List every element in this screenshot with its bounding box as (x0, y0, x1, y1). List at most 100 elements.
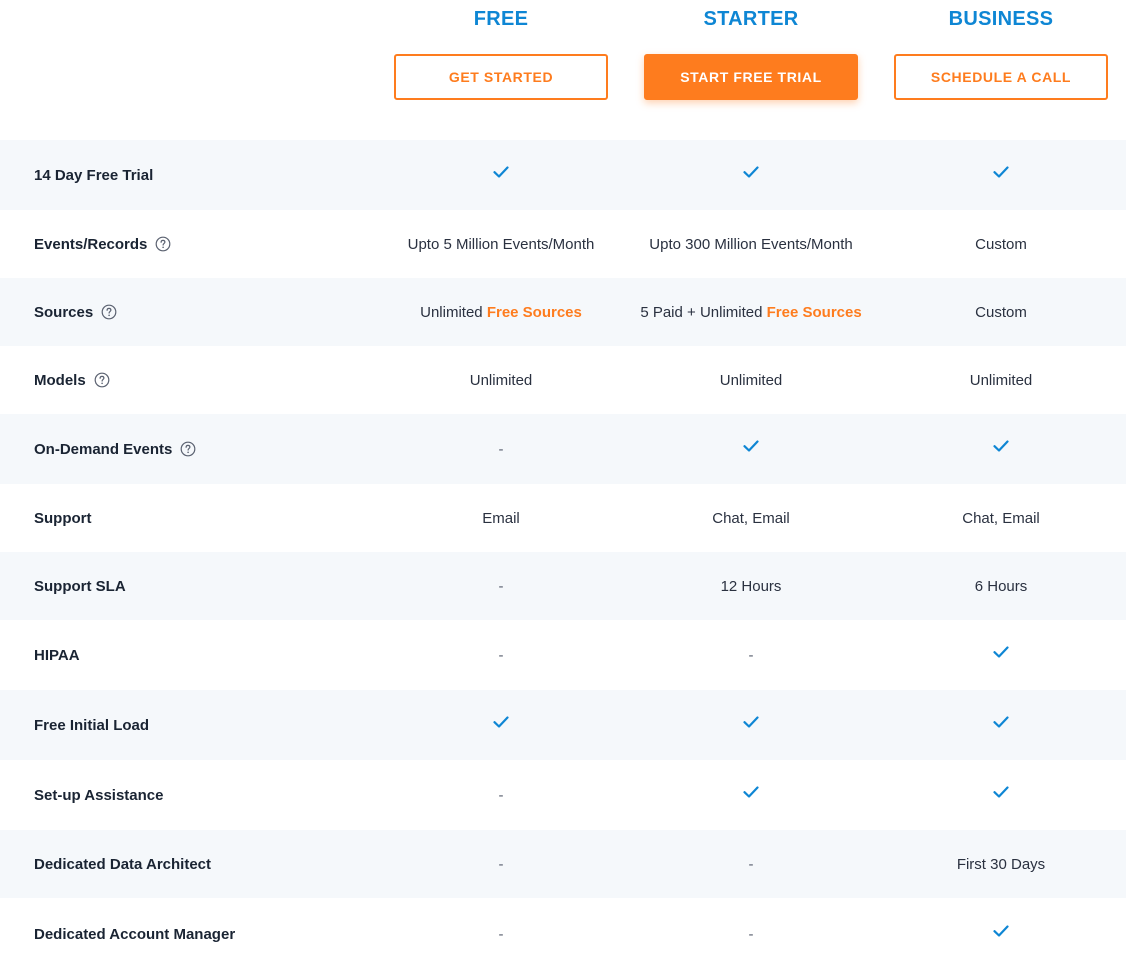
table-row: On-Demand Events - (0, 414, 1126, 484)
table-row: Events/Records Upto 5 Million Events/Mont… (0, 210, 1126, 278)
feature-name: Sources (34, 303, 94, 321)
feature-name: On-Demand Events (34, 440, 173, 458)
plan-cell-business: 6 Hours (894, 552, 1108, 620)
start-free-trial-button[interactable]: START FREE TRIAL (644, 54, 858, 100)
feature-label: Set-up Assistance (34, 760, 164, 830)
empty-value: - (498, 855, 504, 873)
cell-value: 12 Hours (720, 577, 782, 595)
plan-cell-starter: Unlimited (644, 346, 858, 414)
cell-value: 6 Hours (974, 577, 1028, 595)
feature-label: Support (34, 484, 92, 552)
plan-cell-starter (644, 690, 858, 760)
plan-cell-starter: - (644, 620, 858, 690)
feature-table: 14 Day Free Trial Events/Records Upto 5 Mi… (0, 140, 1126, 970)
check-icon (993, 166, 1009, 178)
plan-cell-free: Unlimited Free Sources (394, 278, 608, 346)
feature-label: On-Demand Events (34, 414, 196, 484)
plan-name: STARTER (703, 8, 799, 30)
check-icon (493, 166, 509, 178)
help-circle-icon[interactable] (101, 304, 117, 320)
pricing-comparison: FREE GET STARTED STARTER START FREE TRIA… (0, 0, 1136, 980)
empty-value: - (498, 786, 504, 804)
plan-cell-free: Email (394, 484, 608, 552)
empty-value: - (748, 855, 754, 873)
help-circle-icon[interactable] (180, 441, 196, 457)
cell-value: Upto 5 Million Events/Month (407, 235, 595, 253)
plan-cell-business (894, 760, 1108, 830)
plan-cell-free: - (394, 830, 608, 898)
feature-label: Free Initial Load (34, 690, 149, 760)
cell-value: Chat, Email (712, 509, 790, 527)
table-row: Models Unlimited Unlimited Unlimited (0, 346, 1126, 414)
check-icon (743, 786, 759, 798)
table-row: Free Initial Load (0, 690, 1126, 760)
get-started-button[interactable]: GET STARTED (394, 54, 608, 100)
feature-name: Support (34, 509, 92, 527)
cell-value: Unlimited (719, 371, 783, 389)
feature-label: Dedicated Account Manager (34, 898, 235, 970)
plan-cell-free (394, 140, 608, 210)
plan-cell-free: - (394, 898, 608, 970)
plan-cell-business (894, 898, 1108, 970)
empty-value: - (498, 440, 504, 458)
check-icon (743, 440, 759, 452)
table-row: Support SLA - 12 Hours 6 Hours (0, 552, 1126, 620)
cell-value: Custom (975, 235, 1027, 253)
empty-value: - (498, 577, 504, 595)
plan-cell-business: Custom (894, 278, 1108, 346)
cell-value: Upto 300 Million Events/Month (649, 235, 853, 253)
schedule-a-call-button[interactable]: SCHEDULE A CALL (894, 54, 1108, 100)
empty-value: - (748, 646, 754, 664)
feature-name: HIPAA (34, 646, 80, 664)
plan-cell-business (894, 414, 1108, 484)
plan-cell-business: First 30 Days (894, 830, 1108, 898)
cell-value: Unlimited (969, 371, 1033, 389)
feature-name: Dedicated Data Architect (34, 855, 211, 873)
check-icon (743, 716, 759, 728)
help-circle-icon[interactable] (155, 236, 171, 252)
check-icon (993, 646, 1009, 658)
feature-label: Sources (34, 278, 117, 346)
table-row: 14 Day Free Trial (0, 140, 1126, 210)
plan-cell-starter (644, 140, 858, 210)
feature-name: Set-up Assistance (34, 786, 164, 804)
plan-cell-business: Chat, Email (894, 484, 1108, 552)
feature-label: 14 Day Free Trial (34, 140, 153, 210)
plan-cell-starter: Upto 300 Million Events/Month (644, 210, 858, 278)
check-icon (743, 166, 759, 178)
plan-cell-business (894, 140, 1108, 210)
table-row: Dedicated Data Architect - - First 30 Days (0, 830, 1126, 898)
cell-value: Unlimited (420, 303, 487, 321)
check-icon (993, 925, 1009, 937)
cell-value: Custom (975, 303, 1027, 321)
plan-cell-free: - (394, 620, 608, 690)
plan-cell-free: - (394, 760, 608, 830)
table-row: Support Email Chat, Email Chat, Email (0, 484, 1126, 552)
plan-cell-business: Custom (894, 210, 1108, 278)
check-icon (993, 716, 1009, 728)
cell-value: First 30 Days (956, 855, 1046, 873)
check-icon (993, 786, 1009, 798)
cell-value: 5 Paid + Unlimited (640, 303, 767, 321)
plan-cell-starter (644, 760, 858, 830)
plan-cell-business: Unlimited (894, 346, 1108, 414)
plan-cell-starter: 5 Paid + Unlimited Free Sources (640, 278, 861, 346)
feature-label: HIPAA (34, 620, 80, 690)
plan-cell-starter: - (644, 898, 858, 970)
plan-cell-starter: Chat, Email (644, 484, 858, 552)
check-icon (493, 716, 509, 728)
table-row: Dedicated Account Manager - - (0, 898, 1126, 970)
feature-name: Events/Records (34, 235, 148, 253)
cell-value: Email (482, 509, 520, 527)
help-circle-icon[interactable] (94, 372, 110, 388)
plan-cell-business (894, 620, 1108, 690)
empty-value: - (748, 925, 754, 943)
free-sources-highlight: Free Sources (486, 303, 582, 321)
feature-name: Models (34, 371, 86, 389)
cell-value: Unlimited (469, 371, 533, 389)
feature-label: Dedicated Data Architect (34, 830, 211, 898)
plan-cell-free: - (394, 552, 608, 620)
empty-value: - (498, 646, 504, 664)
feature-name: 14 Day Free Trial (34, 166, 154, 184)
plan-cell-free (394, 690, 608, 760)
